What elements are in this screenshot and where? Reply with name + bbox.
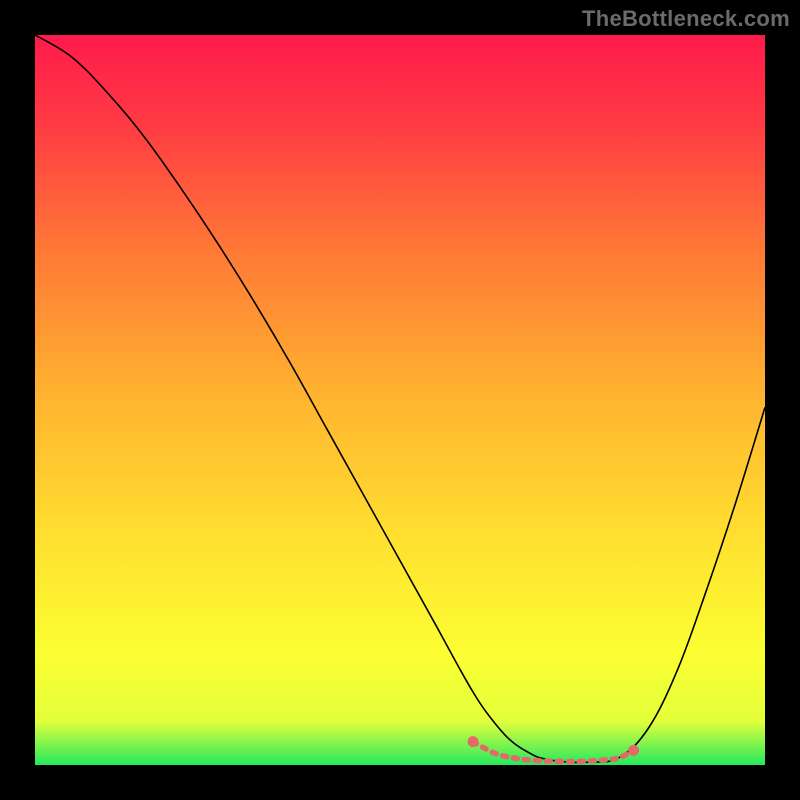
chart-svg bbox=[35, 35, 765, 765]
chart-frame: TheBottleneck.com bbox=[0, 0, 800, 800]
plot-area bbox=[35, 35, 765, 765]
watermark-label: TheBottleneck.com bbox=[582, 6, 790, 32]
trough-endpoint-dot bbox=[628, 745, 639, 756]
trough-endpoint-dot bbox=[468, 736, 479, 747]
gradient-background bbox=[35, 35, 765, 765]
